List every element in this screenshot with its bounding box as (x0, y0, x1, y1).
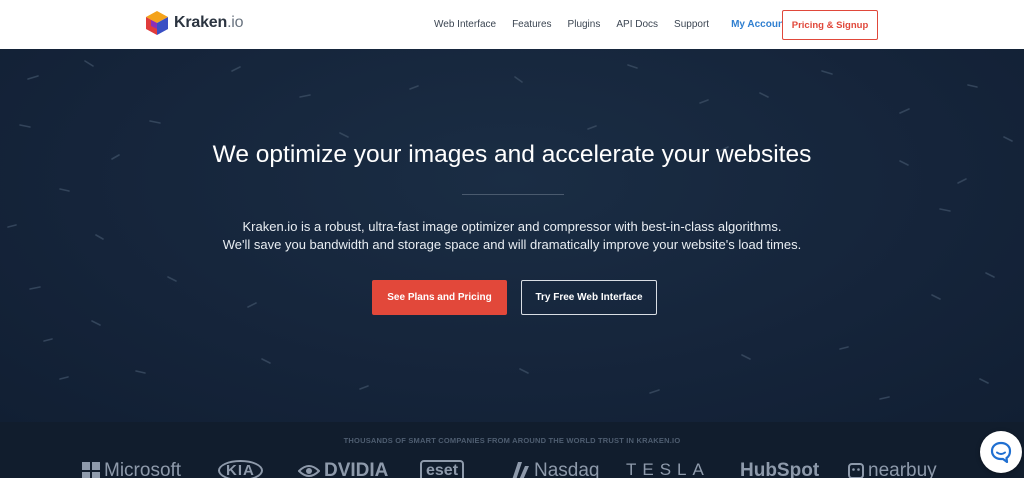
trust-title: THOUSANDS OF SMART COMPANIES FROM AROUND… (343, 436, 681, 445)
logo-text: Kraken.io (174, 14, 244, 31)
nav-support[interactable]: Support (674, 19, 709, 30)
headline-divider (462, 194, 564, 195)
pricing-signup-button[interactable]: Pricing & Signup (782, 10, 878, 40)
main-nav: Web Interface Features Plugins API Docs … (434, 0, 803, 49)
see-plans-button[interactable]: See Plans and Pricing (372, 280, 507, 315)
brand-hubspot: HubSpot (740, 460, 820, 478)
trust-bar: THOUSANDS OF SMART COMPANIES FROM AROUND… (0, 422, 1024, 478)
brand-nearbuy: nearbuy (848, 460, 937, 478)
kraken-logo[interactable]: Kraken.io (144, 10, 244, 36)
brand-kia: KIA (218, 460, 263, 478)
background-streaks (7, 60, 1013, 400)
nav-features[interactable]: Features (512, 19, 551, 30)
windows-grid-icon (82, 462, 100, 478)
hero-section: We optimize your images and accelerate y… (0, 49, 1024, 422)
nav-web-interface[interactable]: Web Interface (434, 19, 496, 30)
hero-headline: We optimize your images and accelerate y… (212, 141, 812, 168)
nav-plugins[interactable]: Plugins (568, 19, 601, 30)
brand-tesla: TESLA (626, 460, 710, 478)
nearbuy-face-icon (848, 463, 864, 478)
nvidia-eye-icon (298, 465, 320, 477)
nav-my-account[interactable]: My Account (731, 19, 787, 30)
brand-eset: eset (420, 460, 465, 478)
try-web-interface-button[interactable]: Try Free Web Interface (521, 280, 657, 315)
hero-subline-1: Kraken.io is a robust, ultra-fast image … (242, 219, 782, 234)
kraken-cube-icon (146, 11, 168, 35)
nav-api-docs[interactable]: API Docs (616, 19, 658, 30)
brand-nasdaq: Nasdaq (510, 460, 600, 478)
site-header: Kraken.io Web Interface Features Plugins… (0, 0, 1024, 49)
hero-subline-2: We'll save you bandwidth and storage spa… (222, 237, 802, 252)
chat-bubble-icon (990, 441, 1012, 463)
chat-launcher[interactable] (980, 431, 1022, 473)
nasdaq-chevron-icon (512, 462, 529, 478)
brand-microsoft: Microsoft (82, 460, 181, 478)
brand-nvidia: DVIDIA (298, 460, 388, 478)
